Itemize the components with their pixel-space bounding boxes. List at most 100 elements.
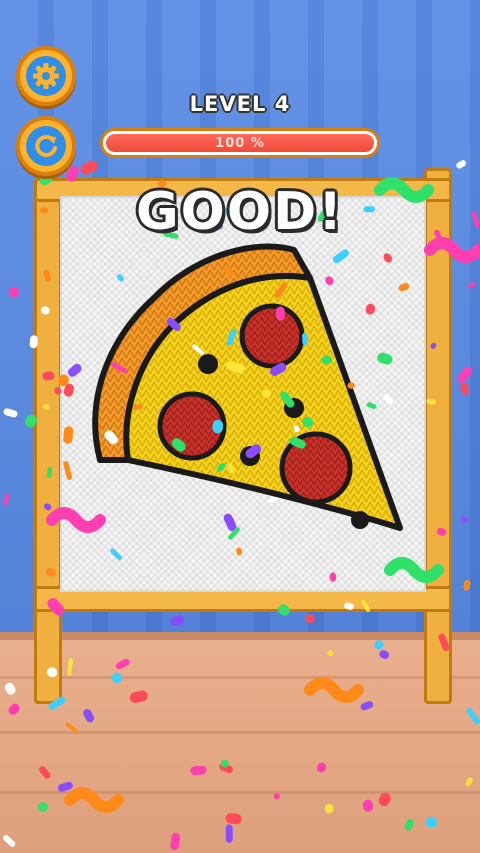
confetti-piece <box>212 419 224 434</box>
confetti-piece <box>280 391 295 408</box>
confetti-piece <box>325 276 334 285</box>
progress-bar: 100 % <box>100 128 380 158</box>
confetti-piece <box>436 527 447 536</box>
confetti-piece <box>47 598 65 616</box>
confetti-piece <box>276 306 285 321</box>
confetti-piece <box>425 816 437 828</box>
confetti-piece <box>225 824 233 843</box>
confetti-piece <box>332 249 349 264</box>
confetti-piece <box>110 548 122 561</box>
confetti-piece <box>463 580 471 591</box>
confetti-piece <box>192 344 205 356</box>
confetti-piece <box>54 387 62 395</box>
confetti-piece <box>47 466 53 479</box>
confetti-ribbon <box>46 507 106 533</box>
progress-text: 100 % <box>215 135 265 151</box>
confetti-piece <box>347 382 355 389</box>
confetti-piece <box>456 160 467 169</box>
confetti-ribbon <box>374 177 434 203</box>
confetti-piece <box>269 497 278 503</box>
confetti-piece <box>302 332 308 346</box>
confetti-piece <box>465 777 473 787</box>
confetti-piece <box>379 650 390 659</box>
confetti-piece <box>398 282 410 292</box>
confetti-piece <box>68 363 82 377</box>
confetti-ribbon <box>304 677 364 703</box>
confetti-piece <box>225 813 242 825</box>
confetti-piece <box>39 207 49 214</box>
confetti-piece <box>190 765 207 776</box>
confetti-piece <box>3 834 16 847</box>
confetti-piece <box>37 802 48 812</box>
confetti-piece <box>4 682 16 695</box>
confetti-piece <box>468 282 476 289</box>
confetti-piece <box>40 306 50 315</box>
confetti-piece <box>374 640 384 650</box>
confetti-piece <box>273 793 280 800</box>
confetti-piece <box>383 394 393 405</box>
confetti-piece <box>426 398 436 405</box>
confetti-piece <box>324 804 334 814</box>
confetti-piece <box>460 382 469 395</box>
confetti-piece <box>236 547 243 556</box>
confetti-piece <box>223 266 234 277</box>
confetti-piece <box>46 667 58 678</box>
gear-icon <box>26 56 66 96</box>
confetti-piece <box>170 615 185 627</box>
confetti-piece <box>329 572 337 582</box>
confetti-piece <box>278 604 290 616</box>
confetti-piece <box>216 462 226 472</box>
confetti-piece <box>430 342 437 349</box>
confetti-piece <box>29 335 38 349</box>
confetti-piece <box>293 425 300 433</box>
confetti-piece <box>344 602 354 610</box>
confetti-piece <box>83 709 95 723</box>
confetti-piece <box>377 352 393 365</box>
confetti-piece <box>25 415 37 428</box>
confetti-piece <box>48 696 66 710</box>
confetti-piece <box>471 211 480 229</box>
confetti-piece <box>262 389 272 398</box>
confetti-piece <box>111 672 123 684</box>
confetti-piece <box>226 328 237 346</box>
restart-button[interactable] <box>16 116 76 176</box>
confetti-piece <box>43 269 52 283</box>
confetti-piece <box>460 516 468 524</box>
confetti-piece <box>115 658 130 670</box>
game-scene: LEVEL 4 100 % GOOD! <box>0 0 480 853</box>
confetti-piece <box>65 722 79 734</box>
confetti-piece <box>360 701 374 711</box>
confetti-piece <box>289 436 306 449</box>
confetti-piece <box>80 160 98 175</box>
confetti-piece <box>3 408 18 418</box>
confetti-piece <box>361 599 371 612</box>
confetti-piece <box>166 317 181 331</box>
confetti-piece <box>365 303 376 315</box>
confetti-piece <box>116 274 124 282</box>
confetti-piece <box>2 493 10 506</box>
confetti-piece <box>274 282 288 298</box>
confetti-piece <box>39 766 51 779</box>
confetti-piece <box>466 708 480 725</box>
confetti-piece <box>43 403 50 410</box>
confetti-piece <box>383 253 393 263</box>
confetti-piece <box>245 444 262 459</box>
confetti-piece <box>270 362 287 376</box>
confetti-ribbon <box>424 237 480 263</box>
confetti-piece <box>305 614 315 624</box>
settings-button[interactable] <box>16 46 76 106</box>
confetti-ribbon <box>64 787 124 813</box>
confetti-piece <box>111 362 127 374</box>
confetti-piece <box>8 286 19 298</box>
confetti-piece <box>171 438 186 452</box>
result-banner: GOOD! <box>136 182 344 242</box>
confetti-piece <box>43 503 52 511</box>
confetti-piece <box>67 658 73 676</box>
confetti-ribbon <box>384 557 444 583</box>
confetti-piece <box>129 690 148 703</box>
confetti-piece <box>404 819 414 831</box>
confetti-piece <box>321 355 333 365</box>
confetti-piece <box>227 462 235 474</box>
confetti-piece <box>8 703 20 715</box>
confetti-piece <box>45 568 57 577</box>
